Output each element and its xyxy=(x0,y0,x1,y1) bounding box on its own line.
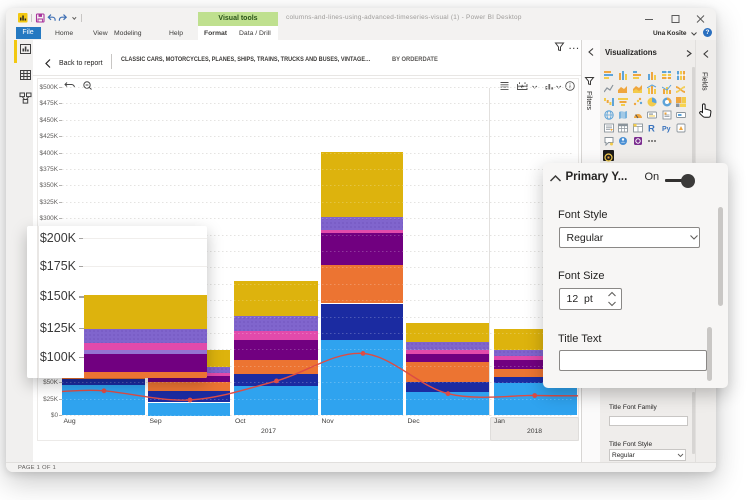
svg-text:R: R xyxy=(648,124,655,133)
svg-text:Py: Py xyxy=(662,126,671,133)
